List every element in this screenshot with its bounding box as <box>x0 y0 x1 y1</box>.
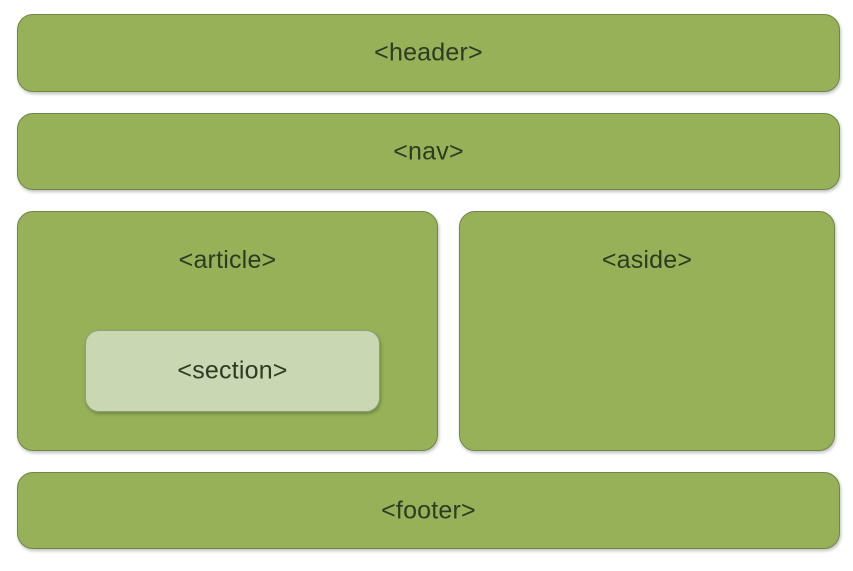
nav-block: <nav> <box>17 113 840 190</box>
aside-label: <aside> <box>601 246 693 274</box>
header-label: <header> <box>374 38 483 67</box>
footer-block: <footer> <box>17 472 840 549</box>
article-label: <article> <box>178 246 277 274</box>
footer-label: <footer> <box>381 496 476 524</box>
article-block: <article> <section> <box>17 211 438 451</box>
section-label: <section> <box>177 356 288 385</box>
header-block: <header> <box>17 14 840 92</box>
aside-block: <aside> <box>459 211 835 451</box>
nav-label: <nav> <box>393 137 464 165</box>
section-block: <section> <box>85 330 380 412</box>
